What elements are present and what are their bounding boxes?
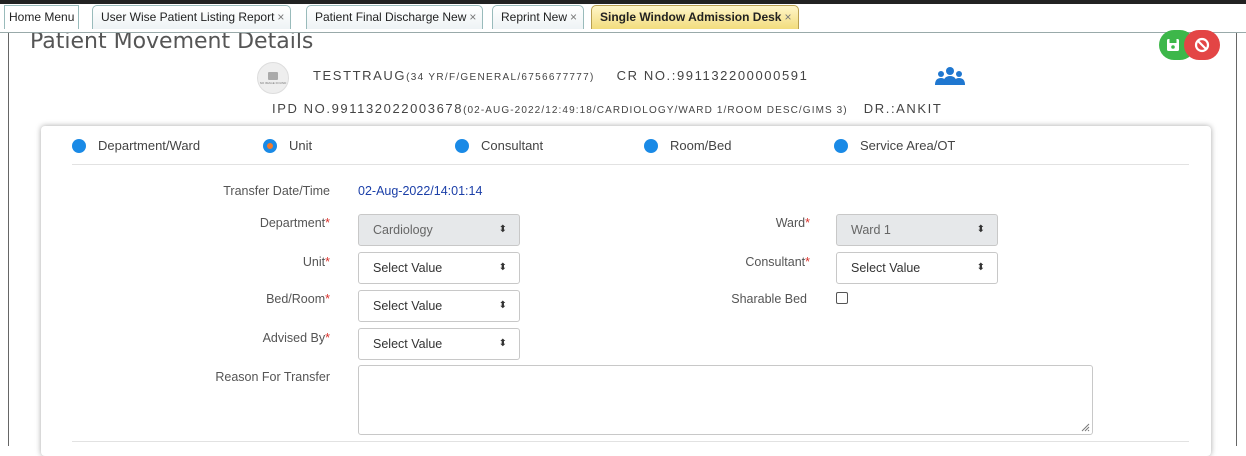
tab-close-icon[interactable]: × <box>277 10 284 24</box>
bedroom-label-text: Bed/Room <box>266 292 326 306</box>
patient-info-line: TESTTRAUG(34 YR/F/GENERAL/6756677777) CR … <box>313 68 808 83</box>
radio-label: Service Area/OT <box>860 138 956 153</box>
required-asterisk: * <box>805 255 810 269</box>
advised-by-label-text: Advised By <box>262 331 326 345</box>
radio-label: Unit <box>289 138 313 153</box>
consultant-label-text: Consultant <box>745 255 806 269</box>
resize-grip-icon[interactable] <box>1080 422 1090 432</box>
unit-select[interactable]: Select Value ⬍ <box>358 252 520 284</box>
frame-border-right <box>1236 33 1237 446</box>
patient-photo: NO IMAGE FOUND <box>257 62 289 94</box>
bedroom-label: Bed/Room* <box>180 292 330 306</box>
required-asterisk: * <box>805 216 810 230</box>
sort-arrows-icon: ⬍ <box>976 224 985 235</box>
transfer-datetime-value: 02-Aug-2022/14:01:14 <box>358 184 483 198</box>
radio-service-area-ot[interactable]: Service Area/OT <box>834 138 955 153</box>
frame-border-left <box>8 33 9 446</box>
sort-arrows-icon: ⬍ <box>976 262 985 273</box>
cancel-button[interactable] <box>1184 30 1220 60</box>
radio-department-ward[interactable]: Department/Ward <box>72 138 200 153</box>
ipd-number: IPD NO.991132022003678 <box>272 101 464 116</box>
radio-button-selected-icon[interactable] <box>263 138 277 153</box>
reason-label: Reason For Transfer <box>215 370 330 384</box>
radio-button-icon[interactable] <box>72 138 86 153</box>
tab-label: Single Window Admission Desk <box>600 10 782 24</box>
required-asterisk: * <box>325 255 330 269</box>
ipd-details: (02-AUG-2022/12:49:18/CARDIOLOGY/WARD 1/… <box>463 105 848 116</box>
sort-arrows-icon: ⬍ <box>498 262 507 273</box>
department-select-value: Cardiology <box>373 223 433 237</box>
doctor-name: DR.:ANKIT <box>863 101 943 116</box>
advised-by-select-value: Select Value <box>373 337 443 351</box>
tab-label: Reprint New <box>501 10 568 24</box>
cr-number: CR NO.:991132200000591 <box>616 68 809 83</box>
tab-patient-final-discharge-new[interactable]: Patient Final Discharge New × <box>306 5 484 29</box>
divider <box>72 164 1189 165</box>
sharable-bed-label: Sharable Bed <box>731 292 807 306</box>
required-asterisk: * <box>325 331 330 345</box>
tab-close-icon[interactable]: × <box>570 10 577 24</box>
radio-consultant[interactable]: Consultant <box>455 138 543 153</box>
ward-label: Ward* <box>660 216 810 230</box>
reason-textarea[interactable] <box>358 365 1093 435</box>
unit-select-value: Select Value <box>373 261 443 275</box>
sharable-bed-checkbox[interactable] <box>836 292 848 304</box>
consultant-label: Consultant* <box>660 255 810 269</box>
page-title-area: Patient Movement Details <box>10 33 1236 53</box>
transfer-type-radio-group: Department/Ward Unit Consultant Room/Bed… <box>72 138 1189 164</box>
tab-reprint-new[interactable]: Reprint New × <box>492 5 585 29</box>
tab-close-icon[interactable]: × <box>784 10 791 24</box>
radio-label: Room/Bed <box>670 138 732 153</box>
ban-icon <box>1194 37 1210 53</box>
radio-room-bed[interactable]: Room/Bed <box>644 138 731 153</box>
unit-label: Unit* <box>180 255 330 269</box>
admission-info-line: IPD NO.991132022003678(02-AUG-2022/12:49… <box>272 101 942 116</box>
tab-label: Patient Final Discharge New <box>315 10 467 24</box>
consultant-select[interactable]: Select Value ⬍ <box>836 252 998 284</box>
required-asterisk: * <box>325 216 330 230</box>
radio-label: Department/Ward <box>98 138 201 153</box>
bedroom-select-value: Select Value <box>373 299 443 313</box>
sort-arrows-icon: ⬍ <box>498 338 507 349</box>
tab-close-icon[interactable]: × <box>469 10 476 24</box>
floppy-disk-icon <box>1167 39 1179 51</box>
sort-arrows-icon: ⬍ <box>498 224 507 235</box>
radio-button-icon[interactable] <box>455 138 469 153</box>
users-icon[interactable] <box>935 66 965 86</box>
ward-label-text: Ward <box>775 216 806 230</box>
radio-button-icon[interactable] <box>644 138 658 153</box>
image-placeholder-icon <box>268 71 278 80</box>
tab-user-wise-patient-listing-report[interactable]: User Wise Patient Listing Report × <box>92 5 292 29</box>
patient-name: TESTTRAUG <box>313 68 407 83</box>
radio-unit[interactable]: Unit <box>263 138 312 153</box>
divider <box>72 441 1189 442</box>
department-label-text: Department <box>259 216 326 230</box>
no-image-text: NO IMAGE FOUND <box>259 80 287 85</box>
ward-select[interactable]: Ward 1 ⬍ <box>836 214 998 246</box>
radio-button-icon[interactable] <box>834 138 848 153</box>
required-asterisk: * <box>325 292 330 306</box>
sort-arrows-icon: ⬍ <box>498 300 507 311</box>
department-label: Department* <box>180 216 330 230</box>
department-select[interactable]: Cardiology ⬍ <box>358 214 520 246</box>
tab-single-window-admission-desk[interactable]: Single Window Admission Desk × <box>591 5 799 29</box>
unit-label-text: Unit <box>302 255 326 269</box>
tab-label: User Wise Patient Listing Report <box>101 10 275 24</box>
tab-home-menu[interactable]: Home Menu <box>4 5 80 29</box>
page-title: Patient Movement Details <box>30 33 314 49</box>
radio-label: Consultant <box>481 138 544 153</box>
advised-by-label: Advised By* <box>180 331 330 345</box>
bedroom-select[interactable]: Select Value ⬍ <box>358 290 520 322</box>
consultant-select-value: Select Value <box>851 261 921 275</box>
transfer-datetime-label: Transfer Date/Time <box>223 184 330 198</box>
patient-details: (34 YR/F/GENERAL/6756677777) <box>406 72 595 83</box>
advised-by-select[interactable]: Select Value ⬍ <box>358 328 520 360</box>
ward-select-value: Ward 1 <box>851 223 891 237</box>
